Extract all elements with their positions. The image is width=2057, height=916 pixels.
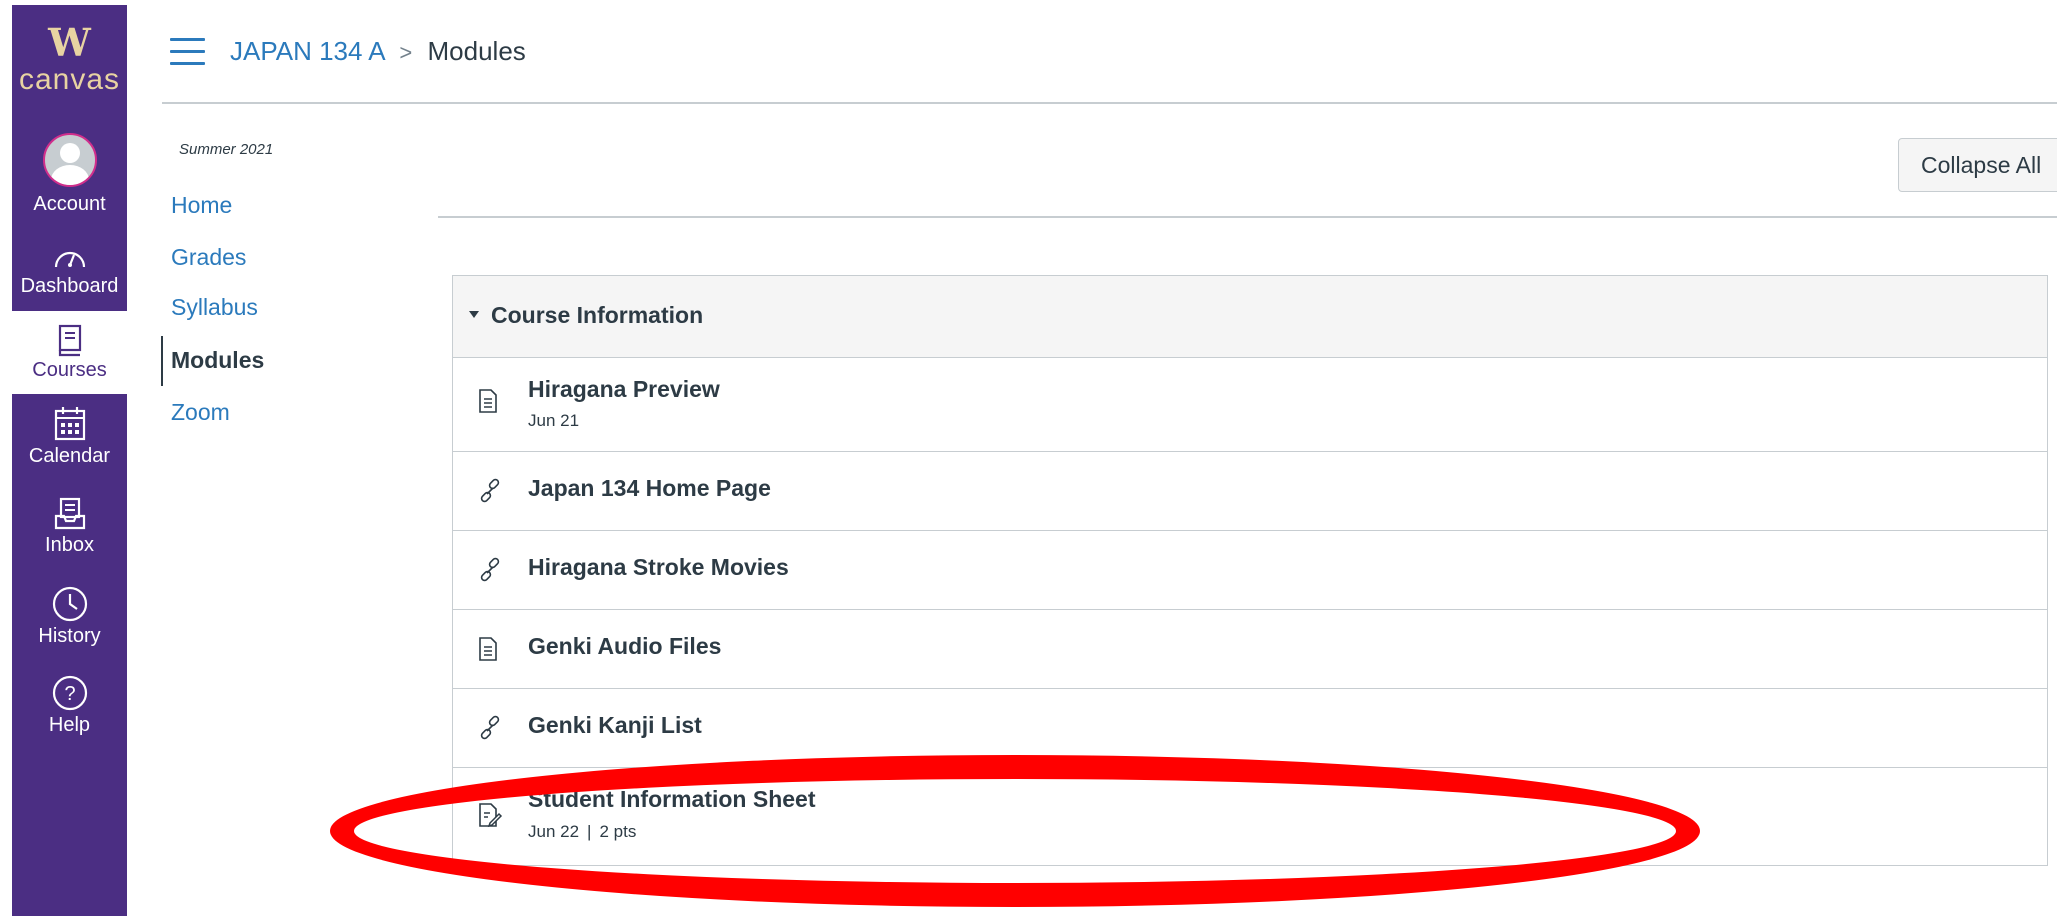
course-menu-toggle-button[interactable] <box>170 38 205 66</box>
breadcrumb-separator: > <box>399 40 413 65</box>
module-course-information: Course Information Hiragana Preview Jun … <box>452 275 2048 866</box>
link-icon <box>480 715 500 740</box>
page-icon <box>479 389 497 413</box>
breadcrumb-course-link[interactable]: JAPAN 134 A <box>230 36 384 66</box>
meta-separator: | <box>587 822 592 841</box>
caret-down-icon <box>469 311 479 318</box>
calendar-icon <box>54 407 85 441</box>
gnav-dashboard-label: Dashboard <box>20 275 119 297</box>
gnav-help-label: Help <box>48 714 91 736</box>
svg-text:?: ? <box>64 683 75 705</box>
gnav-history[interactable]: History <box>12 585 127 657</box>
course-nav-grades[interactable]: Grades <box>171 244 246 271</box>
module-item-title[interactable]: Genki Kanji List <box>528 712 702 739</box>
avatar-icon <box>42 133 97 187</box>
gnav-courses-label: Courses <box>32 359 107 381</box>
course-nav-syllabus[interactable]: Syllabus <box>171 294 258 321</box>
link-icon <box>480 478 500 503</box>
module-item-points: 2 pts <box>599 822 637 841</box>
course-nav-active-indicator <box>161 336 163 386</box>
module-item-title[interactable]: Genki Audio Files <box>528 633 721 660</box>
module-item-title[interactable]: Hiragana Preview <box>528 376 720 403</box>
assignment-icon <box>479 803 503 828</box>
module-item-title[interactable]: Student Information Sheet <box>528 786 816 813</box>
gnav-account[interactable]: Account <box>12 133 127 215</box>
module-item-date: Jun 22 <box>528 822 580 841</box>
page-icon <box>479 637 497 661</box>
gnav-calendar-label: Calendar <box>28 445 111 467</box>
module-item-japan-134-home-page[interactable]: Japan 134 Home Page <box>453 451 2047 531</box>
global-nav: W canvas Account Dashboard Courses Calen… <box>12 5 127 916</box>
uw-logo-mark: W <box>48 20 91 65</box>
module-title: Course Information <box>491 302 704 328</box>
module-item-genki-kanji-list[interactable]: Genki Kanji List <box>453 688 2047 768</box>
help-question-icon: ? <box>52 675 87 711</box>
module-header[interactable]: Course Information <box>453 276 2047 358</box>
gnav-inbox[interactable]: Inbox <box>12 496 127 568</box>
module-item-hiragana-stroke-movies[interactable]: Hiragana Stroke Movies <box>453 530 2047 610</box>
link-icon <box>480 557 500 582</box>
module-item-genki-audio-files[interactable]: Genki Audio Files <box>453 609 2047 689</box>
module-item-title[interactable]: Japan 134 Home Page <box>528 475 771 502</box>
module-item-hiragana-preview[interactable]: Hiragana Preview Jun 21 <box>453 357 2047 452</box>
course-nav-home[interactable]: Home <box>171 192 232 219</box>
gnav-calendar[interactable]: Calendar <box>12 405 127 477</box>
courses-book-icon <box>58 324 81 357</box>
gnav-history-label: History <box>38 625 101 647</box>
course-nav-modules[interactable]: Modules <box>171 347 264 374</box>
canvas-logo-text: canvas <box>18 63 121 96</box>
hamburger-icon <box>170 38 205 41</box>
gnav-courses[interactable]: Courses <box>12 311 127 394</box>
gnav-inbox-label: Inbox <box>45 534 94 556</box>
clock-icon <box>52 586 87 622</box>
module-item-date: Jun 21 <box>528 411 580 430</box>
collapse-all-button[interactable]: Collapse All <box>1898 138 2057 192</box>
breadcrumb: JAPAN 134 A > Modules <box>230 36 526 67</box>
gnav-dashboard[interactable]: Dashboard <box>12 243 127 307</box>
dashboard-gauge-icon <box>54 251 85 268</box>
course-nav-zoom[interactable]: Zoom <box>171 399 230 426</box>
inbox-icon <box>54 497 85 530</box>
module-item-student-information-sheet[interactable]: Student Information Sheet Jun 22 | 2 pts <box>453 767 2047 865</box>
breadcrumb-current: Modules <box>427 36 526 66</box>
toolbar-divider <box>438 216 2057 218</box>
module-item-title[interactable]: Hiragana Stroke Movies <box>528 554 789 581</box>
gnav-account-label: Account <box>33 193 106 215</box>
gnav-help[interactable]: ? Help <box>12 674 127 746</box>
header-divider <box>162 102 2057 104</box>
canvas-logo[interactable]: W canvas <box>12 23 127 97</box>
module-item-meta: Jun 22 | 2 pts <box>528 822 636 842</box>
course-term: Summer 2021 <box>179 141 274 158</box>
